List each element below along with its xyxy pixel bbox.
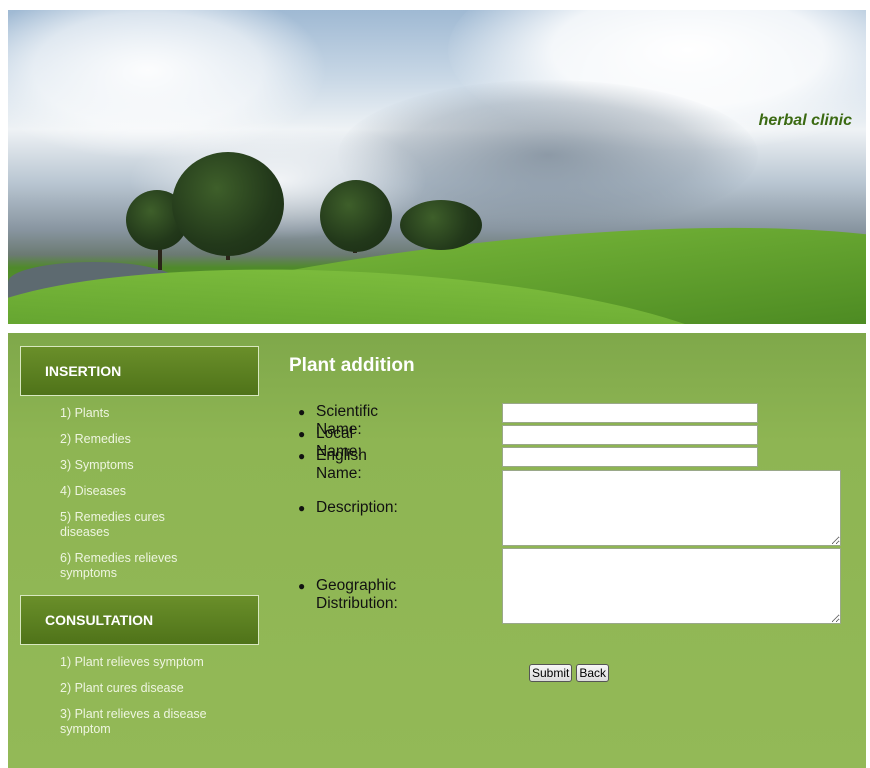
menu-item-plants[interactable]: 1) Plants: [60, 406, 210, 421]
menu-item-remedies[interactable]: 2) Remedies: [60, 432, 210, 447]
description-textarea[interactable]: [502, 470, 841, 546]
sidebar: INSERTION 1) Plants 2) Remedies 3) Sympt…: [20, 346, 261, 751]
description-label: Description:: [316, 499, 398, 516]
page-title: Plant addition: [289, 355, 415, 376]
menu-item-diseases[interactable]: 4) Diseases: [60, 484, 210, 499]
menu-item-remedies-cures-diseases[interactable]: 5) Remedies cures diseases: [60, 510, 210, 540]
consultation-menu: 1) Plant relieves symptom 2) Plant cures…: [20, 655, 261, 737]
bullet: ●: [298, 405, 306, 419]
tree: [400, 200, 482, 250]
menu-link[interactable]: 5) Remedies cures diseases: [60, 510, 165, 539]
menu-item-symptoms[interactable]: 3) Symptoms: [60, 458, 210, 473]
menu-item-plant-cures-disease[interactable]: 2) Plant cures disease: [60, 681, 210, 696]
header-banner: herbal clinic: [8, 10, 866, 324]
menu-link[interactable]: 2) Plant cures disease: [60, 681, 184, 695]
menu-link[interactable]: 6) Remedies relieves symptoms: [60, 551, 177, 580]
back-button[interactable]: Back: [576, 664, 610, 682]
bullet: ●: [298, 427, 306, 441]
bullet: ●: [298, 501, 306, 515]
menu-link[interactable]: 2) Remedies: [60, 432, 131, 446]
menu-item-remedies-relieves-symptoms[interactable]: 6) Remedies relieves symptoms: [60, 551, 210, 581]
insertion-menu: 1) Plants 2) Remedies 3) Symptoms 4) Dis…: [20, 406, 261, 581]
local-name-input[interactable]: [502, 425, 758, 445]
site-brand: herbal clinic: [758, 112, 852, 129]
bullet: ●: [298, 579, 306, 593]
menu-link[interactable]: 3) Symptoms: [60, 458, 134, 472]
menu-item-plant-relieves-disease-symptom[interactable]: 3) Plant relieves a disease symptom: [60, 707, 210, 737]
insertion-section-header: INSERTION: [20, 346, 259, 396]
bullet: ●: [298, 449, 306, 463]
menu-link[interactable]: 1) Plants: [60, 406, 109, 420]
tree: [320, 180, 392, 252]
form-buttons: Submit Back: [529, 664, 610, 682]
menu-link[interactable]: 3) Plant relieves a disease symptom: [60, 707, 207, 736]
menu-item-plant-relieves-symptom[interactable]: 1) Plant relieves symptom: [60, 655, 210, 670]
geographic-distribution-textarea[interactable]: [502, 548, 841, 624]
submit-button[interactable]: Submit: [529, 664, 573, 682]
tree: [172, 152, 284, 256]
content: Plant addition ● Scientific Name: ● Loca…: [289, 355, 859, 682]
english-name-label: English Name:: [316, 447, 367, 482]
main-area: INSERTION 1) Plants 2) Remedies 3) Sympt…: [8, 333, 866, 768]
english-name-input[interactable]: [502, 447, 758, 467]
menu-link[interactable]: 4) Diseases: [60, 484, 126, 498]
menu-link[interactable]: 1) Plant relieves symptom: [60, 655, 204, 669]
geographic-distribution-label: Geographic Distribution:: [316, 577, 398, 612]
scientific-name-input[interactable]: [502, 403, 758, 423]
consultation-section-header: CONSULTATION: [20, 595, 259, 645]
